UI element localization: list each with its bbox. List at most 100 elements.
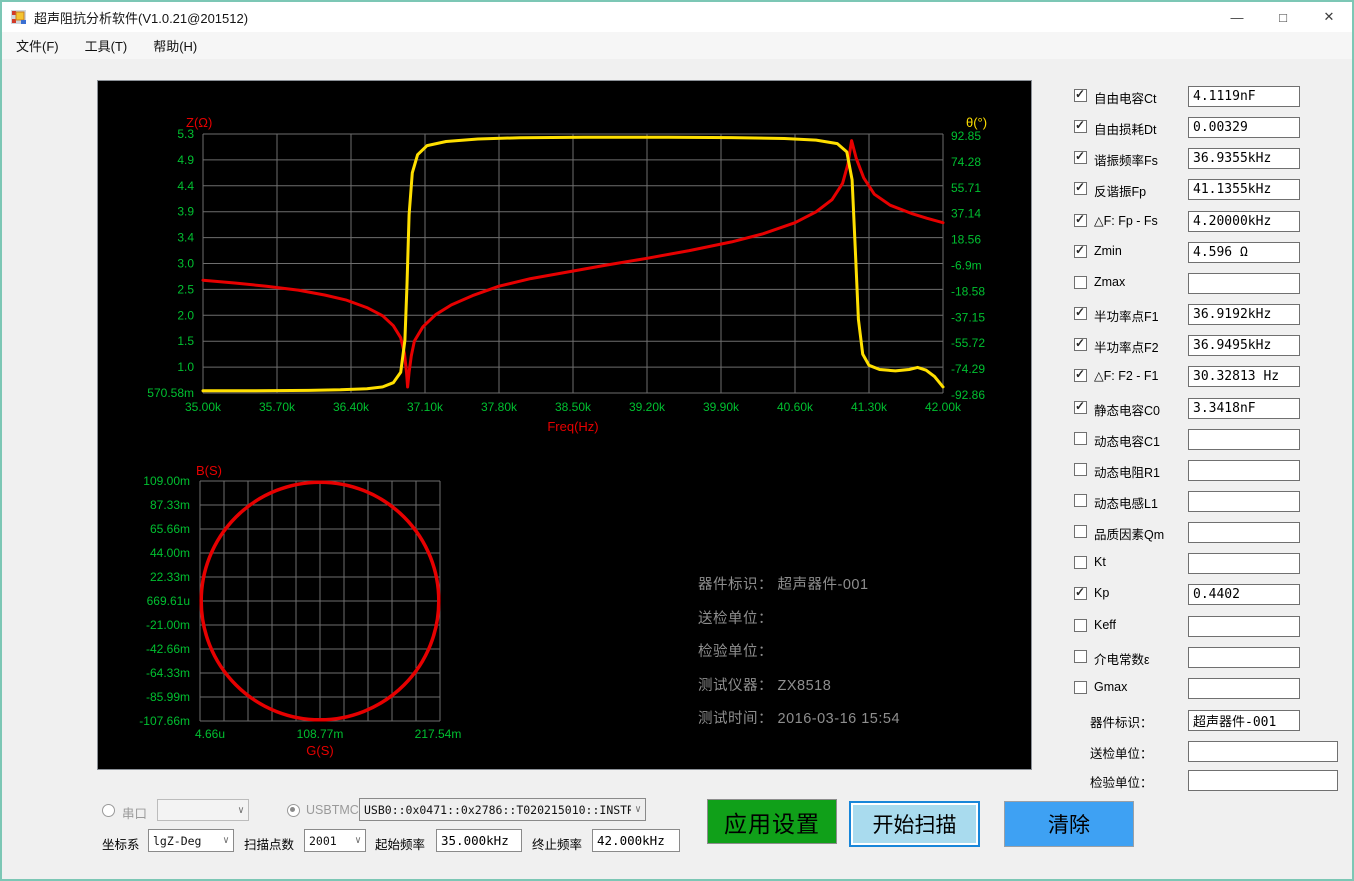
- menu-file[interactable]: 文件(F): [4, 32, 71, 59]
- result-checkbox[interactable]: [1074, 586, 1087, 600]
- chevron-down-icon: ∨: [634, 804, 642, 815]
- result-checkbox[interactable]: [1074, 337, 1087, 351]
- svg-text:4.66u: 4.66u: [195, 727, 225, 741]
- svg-text:G(S): G(S): [306, 743, 333, 758]
- result-checkbox[interactable]: [1074, 619, 1087, 632]
- svg-text:41.30k: 41.30k: [851, 400, 888, 414]
- field-input[interactable]: [1188, 741, 1338, 762]
- menu-tools[interactable]: 工具(T): [73, 32, 140, 59]
- svg-text:35.00k: 35.00k: [185, 400, 222, 414]
- svg-text:B(S): B(S): [196, 463, 222, 478]
- minimize-button[interactable]: —: [1214, 2, 1260, 32]
- info-submitter: 送检单位：: [698, 610, 773, 627]
- field-input[interactable]: [1188, 710, 1300, 731]
- svg-text:40.60k: 40.60k: [777, 400, 814, 414]
- svg-text:-55.72: -55.72: [951, 336, 985, 350]
- result-checkbox[interactable]: [1074, 368, 1087, 382]
- result-checkbox[interactable]: [1074, 650, 1087, 663]
- result-value-input[interactable]: [1188, 304, 1300, 325]
- result-checkbox[interactable]: [1074, 306, 1087, 320]
- serial-label: 串口: [122, 807, 148, 821]
- result-checkbox[interactable]: [1074, 276, 1087, 289]
- svg-text:669.61u: 669.61u: [147, 594, 190, 608]
- field-label: 检验单位：: [1090, 776, 1153, 790]
- result-checkbox[interactable]: [1074, 463, 1087, 476]
- start-freq-input[interactable]: [436, 829, 522, 852]
- svg-text:4.4: 4.4: [177, 179, 194, 193]
- result-checkbox[interactable]: [1074, 119, 1087, 133]
- result-value-input[interactable]: [1188, 429, 1300, 450]
- result-label: 动态电感L1: [1094, 497, 1158, 511]
- svg-text:2.0: 2.0: [177, 308, 194, 322]
- result-checkbox[interactable]: [1074, 400, 1087, 414]
- serial-radio[interactable]: [102, 804, 115, 817]
- sweep-points-combo[interactable]: 2001 ∨: [304, 829, 366, 852]
- usbtmc-address-combo[interactable]: USB0::0x0471::0x2786::T020215010::INSTR …: [359, 798, 646, 821]
- result-value-input[interactable]: [1188, 148, 1300, 169]
- coord-system-value: lgZ-Deg: [153, 833, 202, 848]
- plot-panel: 5.3 4.9 4.4 3.9 3.4 3.0 2.5 2.0 1.5 1.0 570.58m 92.…: [97, 80, 1032, 770]
- svg-text:108.77m: 108.77m: [297, 727, 344, 741]
- svg-text:74.28: 74.28: [951, 155, 981, 169]
- result-checkbox[interactable]: [1074, 244, 1087, 258]
- chevron-down-icon: ∨: [222, 835, 230, 846]
- start-scan-button[interactable]: 开始扫描: [849, 801, 980, 847]
- result-value-input[interactable]: [1188, 460, 1300, 481]
- close-button[interactable]: ✕: [1306, 2, 1352, 32]
- result-value-input[interactable]: [1188, 335, 1300, 356]
- result-value-input[interactable]: [1188, 117, 1300, 138]
- info-device-id: 器件标识： 超声器件-001: [698, 577, 869, 593]
- result-value-input[interactable]: [1188, 398, 1300, 419]
- info-instrument: 测试仪器： ZX8518: [698, 677, 832, 694]
- result-label: 品质因素Qm: [1094, 528, 1165, 542]
- result-checkbox[interactable]: [1074, 432, 1087, 445]
- result-label: Kp: [1094, 586, 1110, 600]
- result-checkbox[interactable]: [1074, 556, 1087, 569]
- svg-text:-107.66m: -107.66m: [139, 714, 190, 728]
- result-value-input[interactable]: [1188, 491, 1300, 512]
- result-checkbox[interactable]: [1074, 88, 1087, 102]
- result-checkbox[interactable]: [1074, 150, 1087, 164]
- result-value-input[interactable]: [1188, 211, 1300, 232]
- result-label: Kt: [1094, 555, 1106, 569]
- result-value-input[interactable]: [1188, 242, 1300, 263]
- result-value-input[interactable]: [1188, 553, 1300, 574]
- field-input[interactable]: [1188, 770, 1338, 791]
- result-checkbox[interactable]: [1074, 181, 1087, 195]
- result-value-input[interactable]: [1188, 647, 1300, 668]
- result-value-input[interactable]: [1188, 273, 1300, 294]
- result-checkbox[interactable]: [1074, 681, 1087, 694]
- result-checkbox[interactable]: [1074, 525, 1087, 538]
- result-value-input[interactable]: [1188, 366, 1300, 387]
- result-value-input[interactable]: [1188, 179, 1300, 200]
- result-value-input[interactable]: [1188, 86, 1300, 107]
- result-label: 动态电阻R1: [1094, 466, 1160, 480]
- start-freq-label: 起始频率: [375, 838, 426, 852]
- result-label: Zmax: [1094, 275, 1126, 289]
- svg-text:18.56: 18.56: [951, 233, 981, 247]
- svg-text:-6.9m: -6.9m: [951, 259, 982, 273]
- svg-text:35.70k: 35.70k: [259, 400, 296, 414]
- result-label: Keff: [1094, 618, 1117, 632]
- svg-text:22.33m: 22.33m: [150, 570, 190, 584]
- result-label: △F: F2 - F1: [1094, 369, 1159, 383]
- stop-freq-input[interactable]: [592, 829, 680, 852]
- app-window: 超声阻抗分析软件(V1.0.21@201512) — □ ✕ 文件(F) 工具(…: [0, 0, 1354, 881]
- maximize-button[interactable]: □: [1260, 2, 1306, 32]
- menu-help[interactable]: 帮助(H): [141, 32, 209, 59]
- result-value-input[interactable]: [1188, 678, 1300, 699]
- svg-text:37.80k: 37.80k: [481, 400, 518, 414]
- usbtmc-radio[interactable]: [287, 804, 300, 817]
- svg-text:39.90k: 39.90k: [703, 400, 740, 414]
- result-value-input[interactable]: [1188, 616, 1300, 637]
- coord-system-combo[interactable]: lgZ-Deg ∨: [148, 829, 234, 852]
- clear-button[interactable]: 清除: [1004, 801, 1134, 847]
- apply-settings-button[interactable]: 应用设置: [707, 799, 837, 844]
- svg-text:θ(°): θ(°): [966, 115, 987, 130]
- result-value-input[interactable]: [1188, 522, 1300, 543]
- result-value-input[interactable]: [1188, 584, 1300, 605]
- result-checkbox[interactable]: [1074, 494, 1087, 507]
- result-checkbox[interactable]: [1074, 213, 1087, 227]
- serial-port-combo[interactable]: ∨: [157, 799, 249, 821]
- result-label: 静态电容C0: [1094, 404, 1160, 418]
